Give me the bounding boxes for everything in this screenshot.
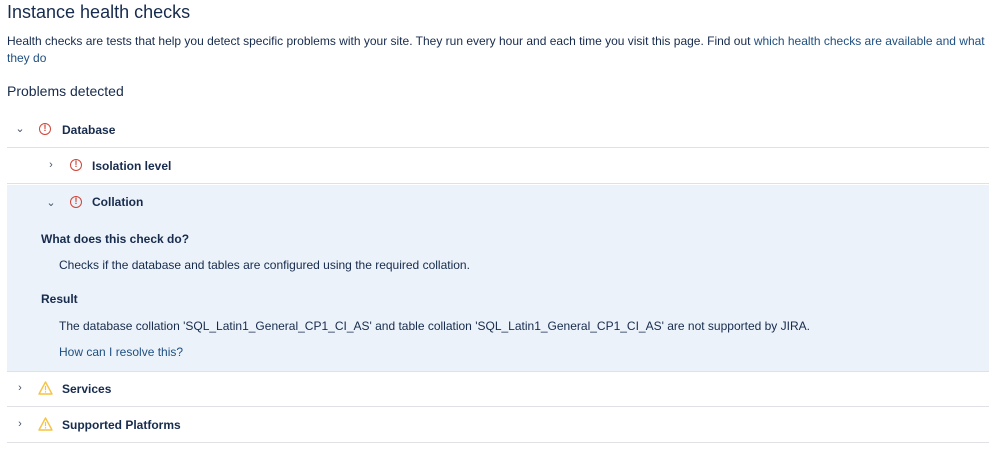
result-heading: Result: [41, 292, 78, 306]
intro-text: Health checks are tests that help you de…: [7, 34, 754, 48]
check-row-collation-expanded: ⌄ ! Collation What does this check do? C…: [7, 185, 989, 372]
chevron-down-icon[interactable]: ⌄: [14, 122, 26, 136]
check-row-database[interactable]: ⌄ ! Database: [7, 112, 989, 148]
chevron-down-icon[interactable]: ⌄: [45, 196, 57, 210]
chevron-right-icon[interactable]: ›: [14, 417, 26, 431]
check-row-supported-platforms[interactable]: › Supported Platforms: [7, 407, 989, 443]
what-does-check-do-heading: What does this check do?: [41, 232, 190, 246]
intro-paragraph: Health checks are tests that help you de…: [7, 33, 993, 67]
resolve-help-link[interactable]: How can I resolve this?: [59, 345, 183, 359]
warning-triangle-icon: [38, 417, 53, 431]
chevron-right-icon[interactable]: ›: [45, 158, 57, 172]
check-row-isolation-level[interactable]: › ! Isolation level: [7, 148, 989, 184]
error-circle-icon: !: [70, 159, 82, 171]
error-circle-icon: !: [39, 123, 51, 135]
chevron-right-icon[interactable]: ›: [14, 381, 26, 395]
check-label-services: Services: [62, 382, 112, 396]
problems-detected-heading: Problems detected: [7, 83, 124, 99]
warning-triangle-icon: [38, 381, 53, 395]
check-label-collation[interactable]: Collation: [92, 195, 143, 209]
check-description: Checks if the database and tables are co…: [59, 258, 470, 272]
result-text: The database collation 'SQL_Latin1_Gener…: [59, 319, 810, 333]
page-title: Instance health checks: [7, 2, 191, 22]
check-label-isolation-level: Isolation level: [92, 159, 172, 173]
error-circle-icon: !: [70, 196, 82, 208]
check-label-database: Database: [62, 123, 116, 137]
check-row-services[interactable]: › Services: [7, 371, 989, 407]
check-label-supported-platforms: Supported Platforms: [62, 418, 181, 432]
